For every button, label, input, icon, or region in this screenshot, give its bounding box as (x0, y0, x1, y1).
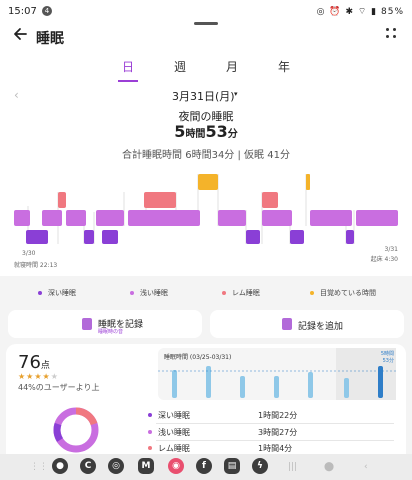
divider (156, 440, 394, 441)
recents-icon[interactable]: ||| (288, 462, 297, 472)
notification-count-badge: 4 (42, 6, 52, 16)
app-dock: ⋮⋮ ● C ◎ M ◉ f ▤ ϟ ||| ⬤ ‹ (0, 454, 412, 480)
active-tab-indicator (118, 80, 138, 82)
back-arrow-icon[interactable] (12, 26, 32, 46)
date-dropdown-icon[interactable]: ▾ (234, 90, 238, 98)
add-note-icon (282, 318, 292, 330)
chat-app-icon[interactable]: ● (52, 458, 68, 474)
wake-time-label: 起床 4:30 (370, 256, 398, 263)
sleep-score: 76点 (18, 352, 50, 373)
legend-light: 浅い睡眠 (130, 288, 168, 298)
status-time: 15:07 (8, 6, 37, 17)
status-icons: ◎ ⏰ ✱ ⌔ ▮ 85% (316, 7, 404, 17)
legend-deep: 深い睡眠 (38, 288, 76, 298)
m-app-icon[interactable]: M (138, 458, 154, 474)
stage-row-light: 浅い睡眠 3時間27分 (0, 427, 412, 439)
sleep-start-date: 3/30 (22, 250, 36, 257)
stage-legend: 深い睡眠 浅い睡眠 レム睡眠 目覚めている時間 (0, 288, 412, 300)
status-bar: 15:07 4 ◎ ⏰ ✱ ⌔ ▮ 85% (0, 0, 412, 22)
date-navigator: ‹ 3月31日(月) ▾ (0, 88, 412, 104)
more-options-icon[interactable] (386, 28, 400, 42)
chrome-icon[interactable]: ◎ (108, 458, 124, 474)
score-stars: ★★★★★ (18, 372, 59, 381)
legend-awake: 目覚めている時間 (310, 288, 376, 298)
add-record-button[interactable]: 記録を追加 (210, 310, 404, 338)
period-tabs: 日 週 月 年 (0, 58, 412, 82)
total-sleep-summary: 合計睡眠時間 6時間34分 | 仮眠 41分 (122, 150, 290, 161)
sleep-stage-chart (0, 166, 412, 266)
back-nav-icon[interactable]: ‹ (364, 462, 368, 472)
legend-rem: レム睡眠 (222, 288, 260, 298)
divider (156, 423, 394, 424)
record-sleep-button[interactable]: 睡眠を記録 睡眠時の音 (8, 310, 202, 338)
tab-day[interactable]: 日 (108, 58, 148, 75)
messenger-icon[interactable]: ϟ (252, 458, 268, 474)
hypnogram-svg (14, 174, 398, 244)
tab-month[interactable]: 月 (212, 58, 252, 75)
tab-week[interactable]: 週 (160, 58, 200, 75)
app-grid-icon[interactable]: ⋮⋮ (30, 462, 48, 472)
sleep-end-date: 3/31 (384, 246, 398, 253)
percentile-text: 44%のユーザーより上 (18, 383, 100, 392)
app-header: 睡眠 (0, 24, 412, 52)
record-icon (82, 318, 92, 330)
facebook-icon[interactable]: f (196, 458, 212, 474)
date-label[interactable]: 3月31日(月) (172, 88, 235, 104)
news-icon[interactable]: ▤ (224, 458, 240, 474)
weekly-average: 5時間 53分 (380, 351, 394, 364)
page-title: 睡眠 (36, 31, 64, 47)
weekly-chart-title: 睡眠時間 (03/25-03/31) (164, 354, 232, 361)
bedtime-label: 就寝時間 22:13 (14, 262, 58, 269)
stage-row-deep: 深い睡眠 1時間22分 (0, 410, 412, 422)
tab-year[interactable]: 年 (264, 58, 304, 75)
sleep-duration: 5時間53分 (174, 122, 238, 141)
prev-day-icon[interactable]: ‹ (14, 88, 19, 102)
photos-icon[interactable]: ◉ (168, 458, 184, 474)
c-app-icon[interactable]: C (80, 458, 96, 474)
home-icon[interactable]: ⬤ (324, 462, 334, 472)
